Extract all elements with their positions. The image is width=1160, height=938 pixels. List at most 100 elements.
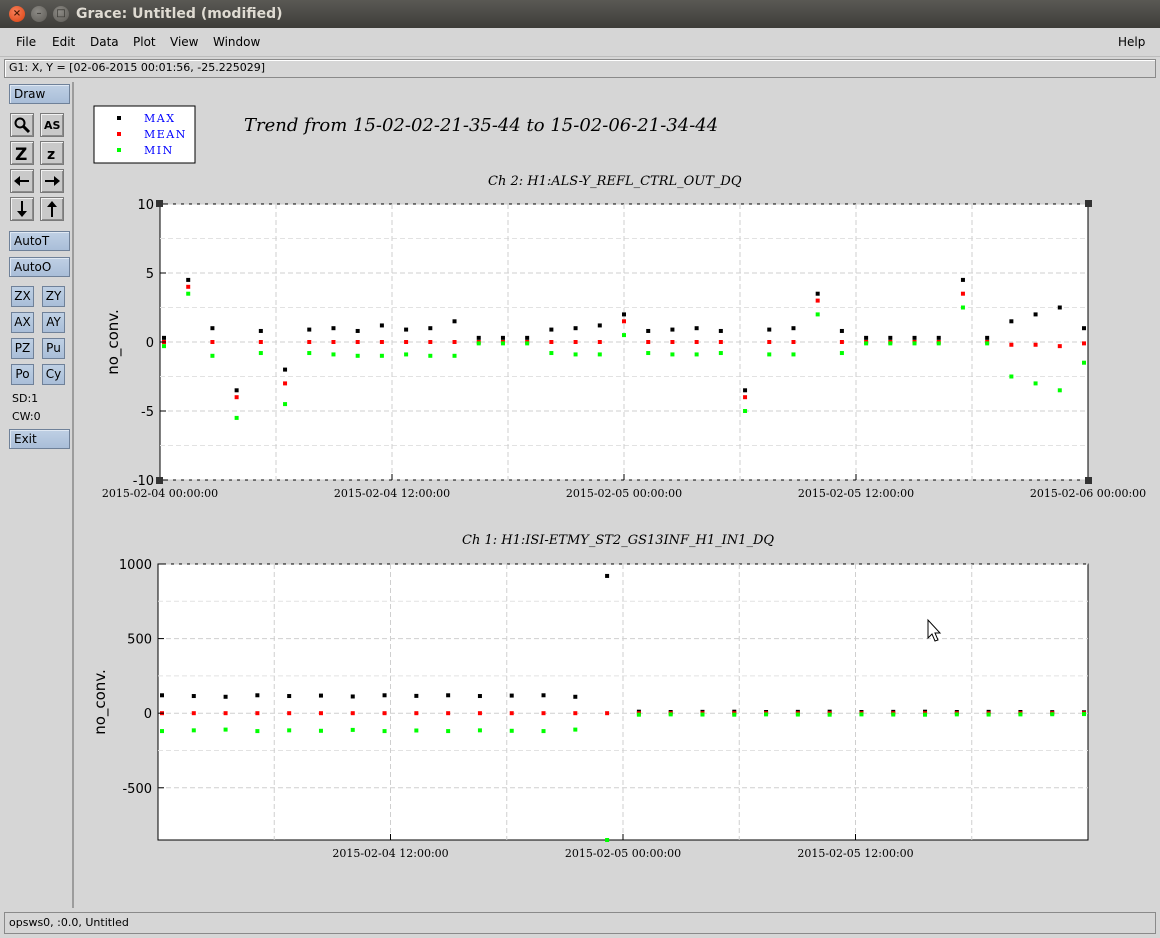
menu-help[interactable]: Help [1118, 35, 1145, 49]
data-point-mean [509, 711, 514, 716]
data-point-mean [743, 395, 748, 400]
menu-file[interactable]: File [16, 35, 36, 49]
data-point-max [186, 277, 191, 282]
po-button[interactable]: Po [11, 364, 34, 385]
handle-tl[interactable] [156, 200, 163, 207]
autot-button[interactable]: AutoT [9, 231, 70, 251]
data-point-max [549, 327, 554, 332]
cy-button[interactable]: Cy [42, 364, 65, 385]
data-point-min [350, 727, 355, 732]
menu-data[interactable]: Data [90, 35, 119, 49]
title-bar: × – □ Grace: Untitled (modified) [0, 0, 1160, 28]
x-tick-label: 2015-02-05 00:00:00 [565, 847, 681, 860]
handle-br[interactable] [1085, 477, 1092, 484]
data-point-min [668, 712, 673, 717]
menu-edit[interactable]: Edit [52, 35, 75, 49]
data-point-mean [350, 711, 355, 716]
data-point-max [191, 694, 196, 699]
data-point-min [1018, 712, 1023, 717]
data-point-min [986, 712, 991, 717]
autoscale-icon: AS [44, 119, 61, 132]
data-point-min [1057, 388, 1062, 393]
data-point-max [331, 326, 336, 331]
data-point-max [379, 323, 384, 328]
zy-button[interactable]: ZY [42, 286, 65, 307]
data-point-mean [191, 711, 196, 716]
data-point-min [694, 352, 699, 357]
exit-button[interactable]: Exit [9, 429, 70, 449]
data-point-mean [223, 711, 228, 716]
scroll-up-button[interactable] [40, 197, 64, 221]
data-point-mean [839, 340, 844, 344]
zoom-in-button[interactable]: Z [10, 141, 34, 165]
autoo-button[interactable]: AutoO [9, 257, 70, 277]
data-point-min [255, 729, 260, 734]
data-point-mean [815, 298, 820, 303]
data-point-mean [1009, 342, 1014, 347]
data-point-mean [573, 340, 578, 344]
close-icon[interactable]: × [9, 6, 25, 22]
data-point-max [960, 277, 965, 282]
menu-plot[interactable]: Plot [133, 35, 156, 49]
left-arrow-icon [14, 176, 29, 186]
data-point-min [700, 712, 705, 717]
x-tick-label: 2015-02-05 00:00:00 [566, 487, 682, 500]
x-tick-label: 2015-02-06 00:00:00 [1030, 487, 1146, 500]
data-point-max [597, 323, 602, 328]
legend-mean-marker [117, 132, 121, 136]
handle-bl[interactable] [156, 477, 163, 484]
up-arrow-icon [47, 201, 57, 217]
pz-button[interactable]: PZ [11, 338, 34, 359]
scroll-right-button[interactable] [40, 169, 64, 193]
data-point-min [573, 727, 578, 732]
data-point-mean [1033, 342, 1038, 347]
zoom-icon [14, 117, 31, 134]
data-point-max [162, 335, 166, 340]
data-point-min [954, 712, 959, 717]
data-point-mean [287, 711, 292, 716]
menu-view[interactable]: View [170, 35, 198, 49]
data-point-min [191, 728, 196, 733]
sd-label: SD:1 [12, 392, 39, 405]
data-point-max [1009, 319, 1014, 324]
data-point-mean [331, 340, 336, 344]
minimize-icon[interactable]: – [31, 6, 47, 22]
data-point-mean [255, 711, 260, 716]
handle-tr[interactable] [1085, 200, 1092, 207]
menu-window[interactable]: Window [213, 35, 260, 49]
autoscale-button[interactable]: AS [40, 113, 64, 137]
data-point-max [355, 328, 360, 333]
x-tick-label: 2015-02-04 00:00:00 [102, 487, 218, 500]
scroll-left-button[interactable] [10, 169, 34, 193]
data-point-min [864, 341, 869, 346]
maximize-icon[interactable]: □ [53, 6, 69, 22]
data-point-max [428, 326, 433, 331]
data-point-max [622, 312, 626, 317]
data-point-mean [541, 711, 546, 716]
data-point-max [350, 694, 355, 699]
zoom-button[interactable] [10, 113, 34, 137]
data-point-max [452, 319, 457, 324]
data-point-max [258, 328, 263, 333]
ax-button[interactable]: AX [11, 312, 34, 333]
ay-button[interactable]: AY [42, 312, 65, 333]
data-point-mean [446, 711, 451, 716]
data-point-mean [1082, 341, 1086, 346]
data-point-max [509, 693, 514, 698]
data-point-max [791, 326, 796, 331]
data-point-max [477, 694, 482, 699]
data-point-min [414, 728, 419, 733]
data-point-max [414, 693, 419, 698]
scroll-down-button[interactable] [10, 197, 34, 221]
graph-canvas[interactable]: MAX MEAN MIN Trend from 15-02-02-21-35-4… [76, 82, 1160, 908]
data-point-min [764, 712, 769, 717]
pu-button[interactable]: Pu [42, 338, 65, 359]
data-point-min [283, 402, 288, 407]
zx-button[interactable]: ZX [11, 286, 34, 307]
autoscale-glyph: AS [44, 119, 61, 132]
status-bar: opsws0, :0.0, Untitled [4, 912, 1156, 934]
draw-button[interactable]: Draw [9, 84, 70, 104]
zoom-out-button[interactable]: z [40, 141, 64, 165]
y-tick-label: 0 [146, 336, 154, 351]
cw-label: CW:0 [12, 410, 41, 423]
